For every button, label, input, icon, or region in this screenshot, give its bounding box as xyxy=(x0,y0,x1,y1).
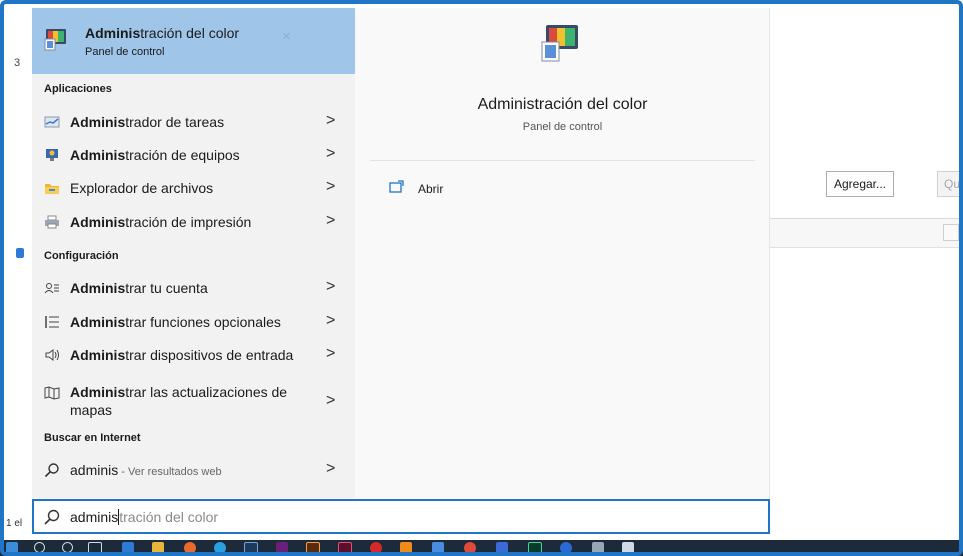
app-icon[interactable] xyxy=(496,542,508,554)
settings-item-optional-features[interactable]: Administrar funciones opcionales > xyxy=(32,307,355,337)
taskbar xyxy=(0,540,963,556)
section-header-web: Buscar en Internet xyxy=(44,432,141,444)
result-detail-pane xyxy=(355,8,770,498)
open-action[interactable]: Abrir xyxy=(418,182,443,196)
audition-icon[interactable] xyxy=(528,542,542,556)
search-query-text: administración del color xyxy=(70,509,219,525)
indesign-icon[interactable] xyxy=(338,542,352,556)
map-icon xyxy=(44,385,60,401)
chevron-right-icon[interactable]: > xyxy=(326,278,335,296)
speaker-icon xyxy=(44,347,60,363)
background-header-button[interactable] xyxy=(943,224,959,241)
app-item-label: Explorador de archivos xyxy=(70,180,214,196)
color-management-icon xyxy=(538,22,584,69)
web-search-label: adminis - Ver resultados web xyxy=(70,462,222,478)
app-item-task-manager[interactable]: Administrador de tareas > xyxy=(32,107,355,137)
settings-item-label: Administrar tu cuenta xyxy=(70,280,208,296)
best-match-title: Administración del color xyxy=(85,25,240,41)
detail-divider xyxy=(370,160,755,161)
app-icon[interactable] xyxy=(622,542,634,554)
chevron-right-icon[interactable]: > xyxy=(326,312,335,330)
app-item-file-explorer[interactable]: Explorador de archivos > xyxy=(32,173,355,203)
best-match-subtitle: Panel de control xyxy=(85,46,165,58)
search-icon[interactable] xyxy=(34,542,45,553)
open-icon[interactable] xyxy=(389,180,405,199)
background-icon xyxy=(16,248,24,258)
computer-management-icon xyxy=(44,147,60,163)
photoshop-icon[interactable] xyxy=(244,542,258,556)
mail-icon[interactable] xyxy=(122,542,134,554)
web-search-item[interactable]: adminis - Ver resultados web > xyxy=(32,455,355,485)
app-icon[interactable] xyxy=(592,542,604,554)
premiere-icon[interactable] xyxy=(276,542,288,554)
best-match-item[interactable]: Administración del color Panel de contro… xyxy=(32,8,355,74)
app-icon[interactable] xyxy=(464,542,476,554)
settings-item-account[interactable]: Administrar tu cuenta > xyxy=(32,273,355,303)
folder-icon[interactable] xyxy=(152,542,164,554)
list-icon xyxy=(44,314,60,330)
chevron-right-icon[interactable]: > xyxy=(326,345,335,363)
app-item-computer-management[interactable]: Administración de equipos > xyxy=(32,140,355,170)
background-status-text: 1 el xyxy=(6,518,23,529)
app-item-label: Administración de impresión xyxy=(70,214,252,230)
chevron-right-icon[interactable]: > xyxy=(326,460,335,478)
app-item-label: Administrador de tareas xyxy=(70,114,225,130)
print-management-icon xyxy=(44,214,60,230)
settings-item-input-devices[interactable]: Administrar dispositivos de entrada > xyxy=(32,340,355,370)
section-header-settings: Configuración xyxy=(44,250,119,262)
detail-subtitle: Panel de control xyxy=(522,121,603,133)
settings-item-map-updates[interactable]: Administrar las actualizaciones de mapas… xyxy=(32,378,355,424)
chevron-right-icon[interactable]: > xyxy=(326,178,335,196)
app-icon[interactable] xyxy=(560,542,572,554)
illustrator-icon[interactable] xyxy=(306,542,320,556)
telegram-icon[interactable] xyxy=(214,542,226,554)
detail-title: Administración del color xyxy=(477,96,648,113)
file-explorer-icon xyxy=(44,180,60,196)
task-view-icon[interactable] xyxy=(88,542,102,556)
start-icon[interactable] xyxy=(6,542,18,554)
search-icon xyxy=(44,462,60,478)
task-manager-icon xyxy=(44,114,60,130)
remove-button[interactable]: Qu xyxy=(937,171,963,197)
cortana-icon[interactable] xyxy=(62,542,73,553)
background-text: 3 xyxy=(14,57,21,69)
settings-item-label: Administrar las actualizaciones de mapas xyxy=(70,384,288,418)
settings-item-label: Administrar funciones opcionales xyxy=(70,314,281,330)
chevron-right-icon[interactable]: > xyxy=(326,145,335,163)
search-icon xyxy=(43,508,61,531)
vlc-icon[interactable] xyxy=(400,542,412,554)
opera-icon[interactable] xyxy=(370,542,382,554)
chevron-right-icon[interactable]: > xyxy=(326,212,335,230)
close-icon[interactable]: × xyxy=(282,28,291,45)
settings-item-label: Administrar dispositivos de entrada xyxy=(70,347,294,363)
account-icon xyxy=(44,280,60,296)
background-list-header xyxy=(770,219,960,248)
search-input[interactable]: administración del color xyxy=(32,499,770,534)
app-icon[interactable] xyxy=(432,542,444,554)
chrome-icon[interactable] xyxy=(184,542,196,554)
color-management-icon xyxy=(42,26,70,59)
chevron-right-icon[interactable]: > xyxy=(326,112,335,130)
app-item-print-management[interactable]: Administración de impresión > xyxy=(32,207,355,237)
add-button[interactable]: Agregar... xyxy=(826,171,894,197)
chevron-right-icon[interactable]: > xyxy=(326,392,335,410)
app-item-label: Administración de equipos xyxy=(70,147,240,163)
section-header-apps: Aplicaciones xyxy=(44,83,112,95)
